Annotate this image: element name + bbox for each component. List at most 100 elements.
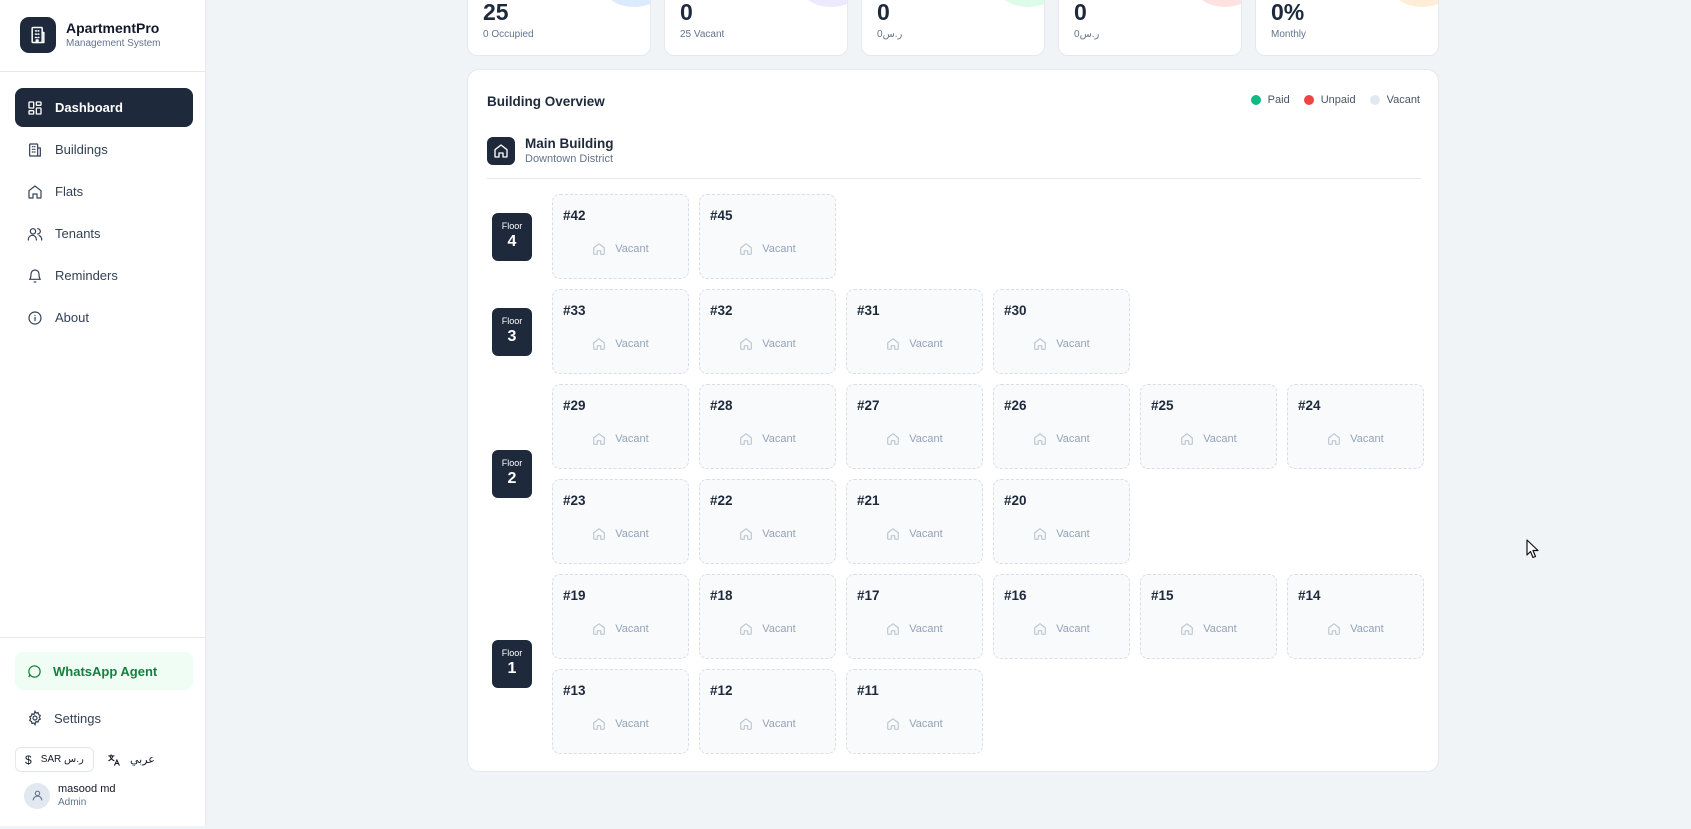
floor-badge: Floor 2 — [492, 450, 532, 498]
unit-card[interactable]: #31 Vacant — [846, 289, 983, 374]
floor-label: Floor — [501, 648, 523, 658]
unit-number: #31 — [857, 303, 880, 318]
unit-number: #16 — [1004, 588, 1027, 603]
unit-card[interactable]: #11 Vacant — [846, 669, 983, 754]
currency-toggle[interactable]: $ SAR ر.س — [15, 747, 94, 772]
unit-status-label: Vacant — [762, 623, 796, 635]
language-toggle[interactable]: عربي — [107, 747, 155, 772]
unit-card[interactable]: #30 Vacant — [993, 289, 1130, 374]
info-icon — [28, 310, 42, 325]
home-icon — [592, 717, 615, 731]
sidebar-item-flats[interactable]: Flats — [15, 172, 193, 211]
building-logo-icon — [20, 17, 56, 53]
dashboard-icon — [28, 100, 42, 115]
user-icon — [32, 790, 42, 801]
unit-status: Vacant — [700, 337, 835, 351]
legend-dot — [1369, 95, 1380, 105]
unit-number: #21 — [857, 493, 880, 508]
legend-item-vacant: Vacant — [1369, 94, 1420, 106]
unit-card[interactable]: #25 Vacant — [1140, 384, 1277, 469]
home-icon — [739, 717, 762, 731]
home-icon — [1033, 527, 1056, 541]
unit-card[interactable]: #45 Vacant — [699, 194, 836, 279]
unit-number: #32 — [710, 303, 733, 318]
floor-number: 4 — [507, 232, 517, 250]
building-header[interactable]: Main Building Downtown District — [487, 135, 614, 166]
unit-status-label: Vacant — [909, 528, 943, 540]
home-icon — [1180, 622, 1203, 636]
whatsapp-agent-button[interactable]: WhatsApp Agent — [15, 652, 193, 690]
sidebar-divider — [0, 71, 206, 72]
stat-decoration — [1195, 0, 1241, 7]
unit-card[interactable]: #18 Vacant — [699, 574, 836, 659]
home-icon — [1033, 432, 1056, 446]
sidebar-item-about[interactable]: About — [15, 298, 193, 337]
unit-number: #20 — [1004, 493, 1027, 508]
unit-status: Vacant — [553, 432, 688, 446]
home-icon — [739, 242, 762, 256]
building-overview-panel: Building Overview Paid Unpaid Vacant Mai… — [467, 69, 1439, 772]
unit-card[interactable]: #24 Vacant — [1287, 384, 1424, 469]
unit-card[interactable]: #26 Vacant — [993, 384, 1130, 469]
unit-status: Vacant — [1288, 622, 1423, 636]
user-profile[interactable]: masood md Admin — [24, 782, 115, 809]
unit-status-label: Vacant — [762, 243, 796, 255]
unit-number: #14 — [1298, 588, 1321, 603]
home-icon — [886, 337, 909, 351]
sidebar-item-reminders[interactable]: Reminders — [15, 256, 193, 295]
unit-card[interactable]: #23 Vacant — [552, 479, 689, 564]
unit-card[interactable]: #32 Vacant — [699, 289, 836, 374]
unit-card[interactable]: #17 Vacant — [846, 574, 983, 659]
panel-divider — [487, 178, 1421, 179]
legend-label: Unpaid — [1320, 94, 1356, 106]
language-label: عربي — [130, 754, 155, 766]
unit-card[interactable]: #27 Vacant — [846, 384, 983, 469]
home-icon — [886, 622, 909, 636]
building-location: Downtown District — [525, 153, 614, 165]
legend-dot — [1250, 95, 1261, 105]
unit-card[interactable]: #12 Vacant — [699, 669, 836, 754]
unit-status: Vacant — [700, 527, 835, 541]
floor-badge: Floor 3 — [492, 307, 532, 356]
home-icon — [1180, 432, 1203, 446]
unit-card[interactable]: #14 Vacant — [1287, 574, 1424, 659]
unit-status: Vacant — [700, 622, 835, 636]
unit-number: #25 — [1151, 398, 1174, 413]
unit-card[interactable]: #29 Vacant — [552, 384, 689, 469]
sidebar: ApartmentPro Management System Dashboard… — [0, 0, 206, 826]
app-name: ApartmentPro — [66, 20, 160, 36]
floor-label: Floor — [501, 220, 523, 231]
sidebar-nav: Dashboard Buildings Flats Tenants Remind… — [15, 88, 193, 340]
sidebar-item-dashboard[interactable]: Dashboard — [15, 88, 193, 127]
unit-card[interactable]: #42 Vacant — [552, 194, 689, 279]
floor-label: Floor — [501, 315, 523, 326]
unit-card[interactable]: #13 Vacant — [552, 669, 689, 754]
unit-card[interactable]: #21 Vacant — [846, 479, 983, 564]
unit-card[interactable]: #15 Vacant — [1140, 574, 1277, 659]
unit-card[interactable]: #28 Vacant — [699, 384, 836, 469]
legend-label: Paid — [1267, 94, 1290, 106]
unit-status-label: Vacant — [1056, 338, 1090, 350]
settings-button[interactable]: Settings — [15, 700, 193, 736]
stat-subtitle: 0ر.س — [877, 29, 903, 40]
unit-number: #30 — [1004, 303, 1027, 318]
home-icon — [1327, 432, 1350, 446]
unit-number: #23 — [563, 493, 586, 508]
bell-icon — [29, 268, 41, 283]
stat-card-vacant: 0 25 Vacant — [664, 0, 848, 56]
sidebar-item-buildings[interactable]: Buildings — [15, 130, 193, 169]
unit-card[interactable]: #16 Vacant — [993, 574, 1130, 659]
unit-status: Vacant — [553, 527, 688, 541]
stat-subtitle: Monthly — [1271, 29, 1307, 40]
unit-card[interactable]: #33 Vacant — [552, 289, 689, 374]
unit-card[interactable]: #19 Vacant — [552, 574, 689, 659]
sidebar-item-tenants[interactable]: Tenants — [15, 214, 193, 253]
unit-status-label: Vacant — [909, 623, 943, 635]
unit-number: #29 — [563, 398, 586, 413]
stat-decoration — [604, 0, 650, 7]
unit-card[interactable]: #20 Vacant — [993, 479, 1130, 564]
brand: ApartmentPro Management System — [20, 17, 161, 53]
unit-number: #15 — [1151, 588, 1174, 603]
unit-card[interactable]: #22 Vacant — [699, 479, 836, 564]
legend-item-unpaid: Unpaid — [1303, 94, 1356, 106]
